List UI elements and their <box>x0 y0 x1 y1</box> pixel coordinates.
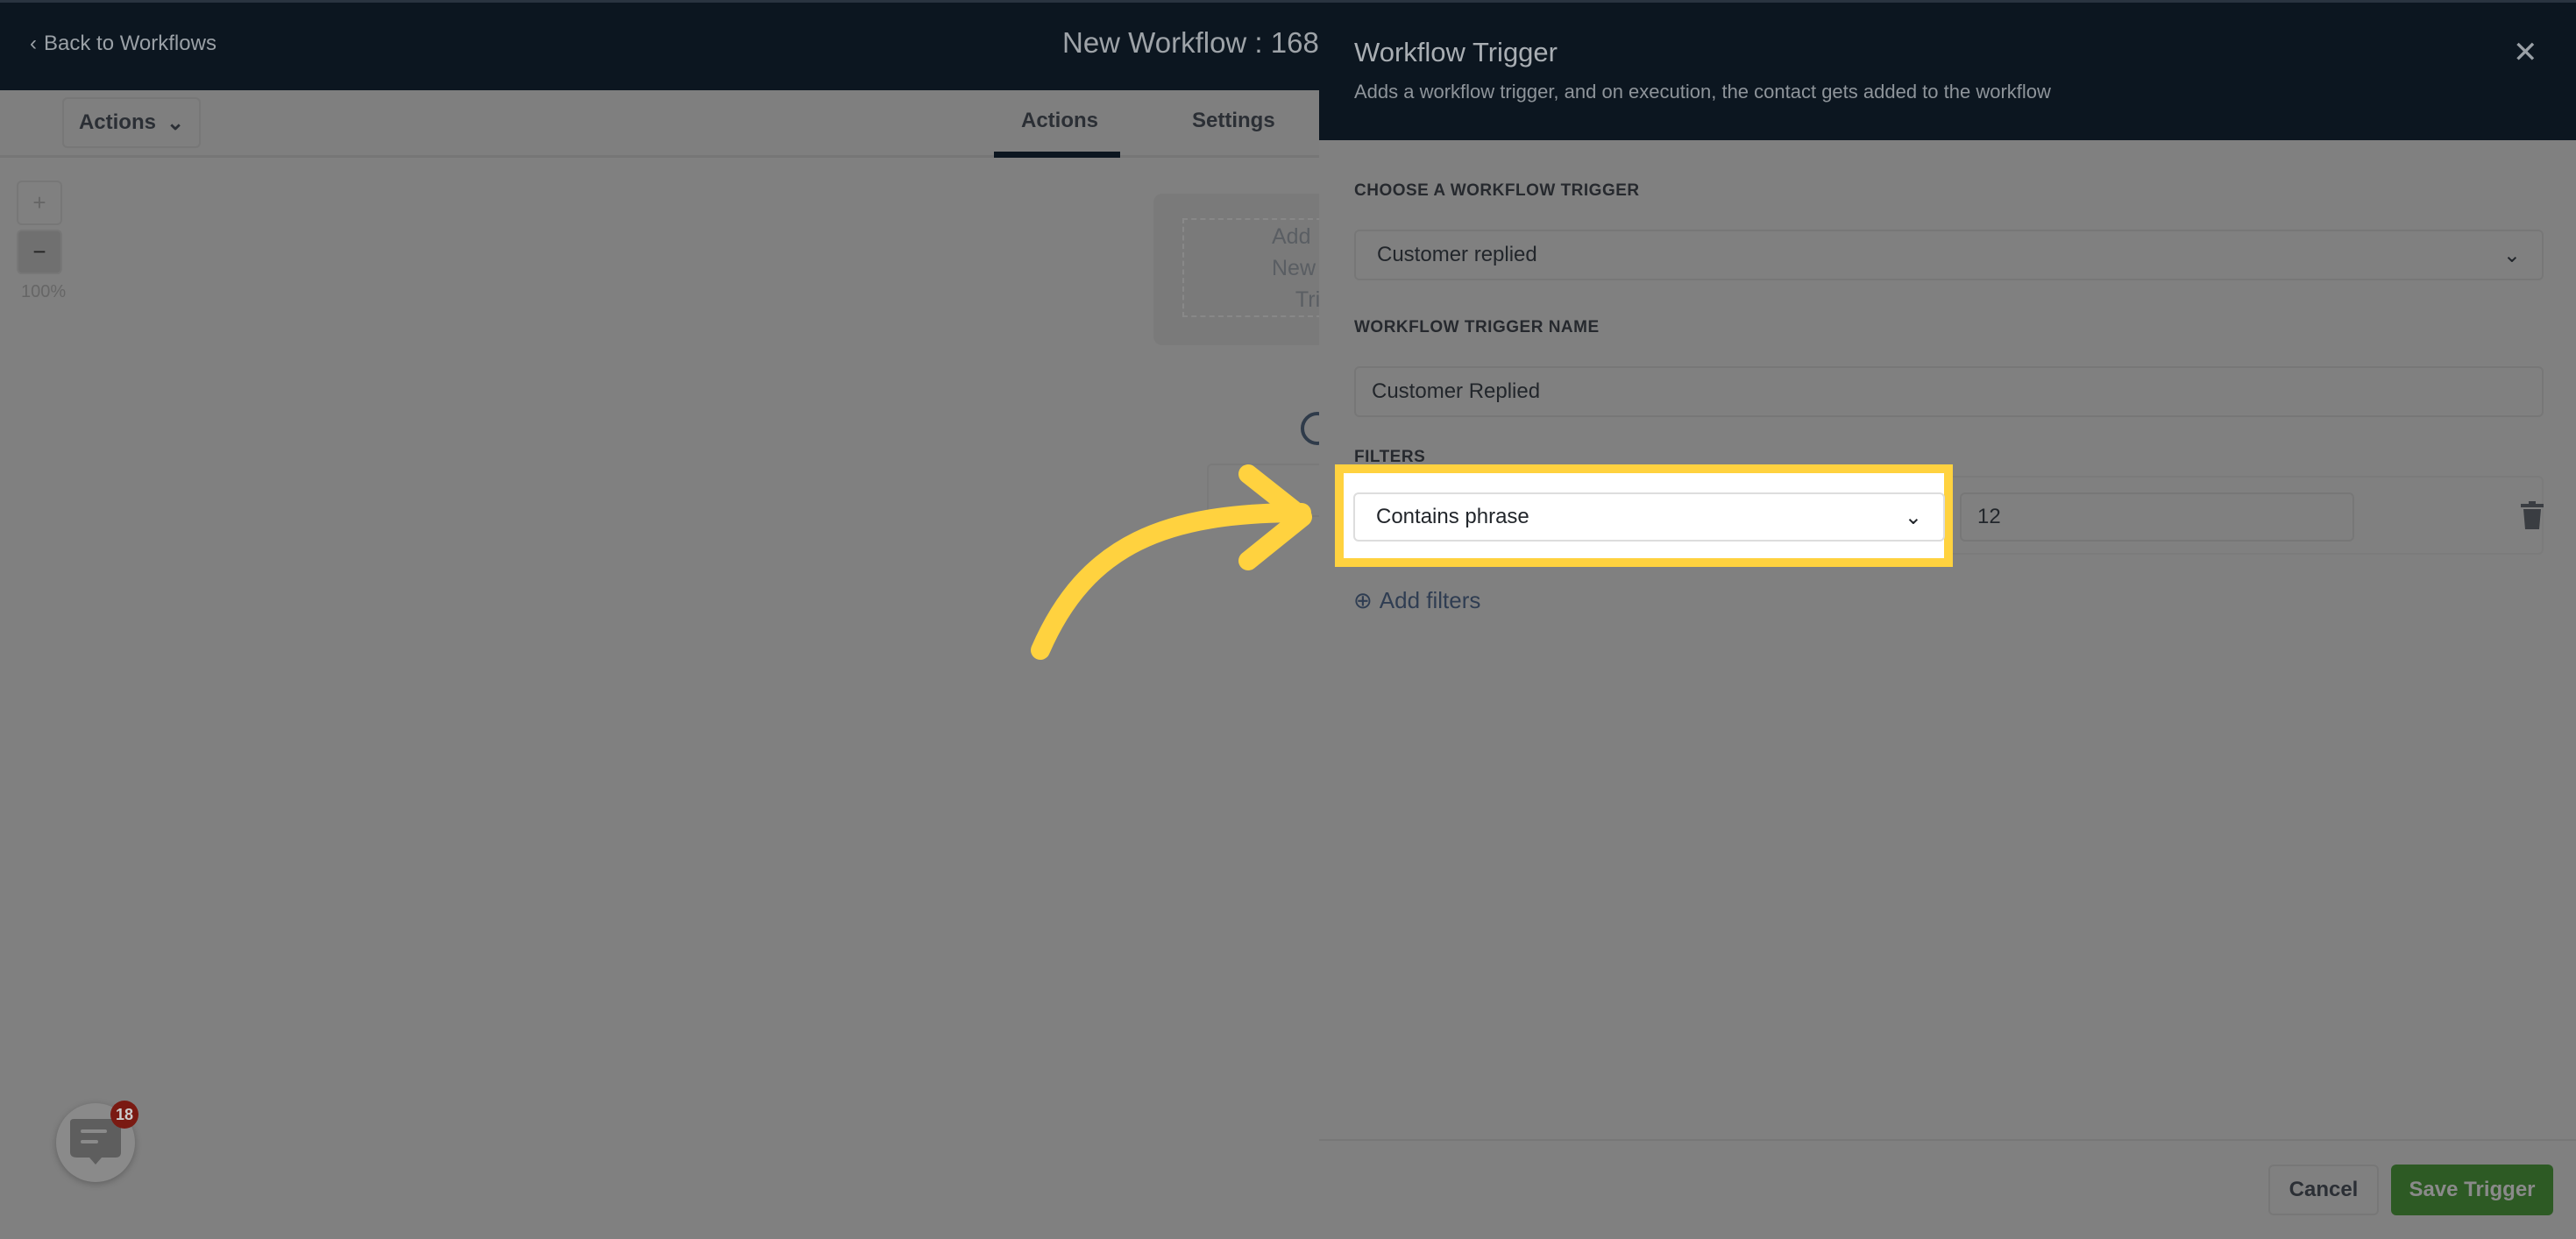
trash-icon[interactable] <box>2521 501 2544 534</box>
notification-badge: 18 <box>110 1101 138 1129</box>
chevron-down-icon: ⌄ <box>1904 505 1922 529</box>
chevron-down-icon: ⌄ <box>166 110 185 135</box>
back-to-workflows-link[interactable]: ‹ Back to Workflows <box>30 32 216 56</box>
trigger-name-input[interactable]: Customer Replied <box>1354 366 2544 417</box>
panel-header <box>1319 0 2576 140</box>
actions-dropdown[interactable]: Actions ⌄ <box>62 97 201 148</box>
filter-operator-value: Contains phrase <box>1376 505 1529 528</box>
workflow-title: New Workflow : 1687 <box>1062 26 1336 59</box>
add-filters-link[interactable]: ⊕ Add filters <box>1353 587 1480 614</box>
choose-trigger-label: CHOOSE A WORKFLOW TRIGGER <box>1354 181 1640 200</box>
panel-title: Workflow Trigger <box>1354 37 1558 67</box>
footer-divider <box>1319 1139 2576 1141</box>
zoom-out-button[interactable]: − <box>17 230 62 274</box>
tab-settings[interactable]: Settings <box>1192 109 1275 133</box>
add-filters-label: Add filters <box>1379 587 1481 613</box>
panel-subtitle: Adds a workflow trigger, and on executio… <box>1354 81 2051 103</box>
plus-circle-icon: ⊕ <box>1353 587 1373 613</box>
cancel-button[interactable]: Cancel <box>2268 1165 2379 1215</box>
trigger-name-label: WORKFLOW TRIGGER NAME <box>1354 318 1600 336</box>
save-trigger-button[interactable]: Save Trigger <box>2391 1165 2553 1215</box>
zoom-in-button[interactable]: + <box>17 181 62 225</box>
tab-actions[interactable]: Actions <box>1021 109 1098 133</box>
close-icon[interactable]: ✕ <box>2513 35 2538 70</box>
chevron-down-icon: ⌄ <box>2502 243 2521 267</box>
trigger-select[interactable]: Customer replied ⌄ <box>1354 230 2544 280</box>
workflow-trigger-panel: Workflow Trigger Adds a workflow trigger… <box>1319 0 2576 1239</box>
trigger-select-value: Customer replied <box>1377 243 1537 266</box>
chevron-left-icon: ‹ <box>30 32 37 55</box>
filter-operator-select[interactable]: Contains phrase ⌄ <box>1353 492 1945 542</box>
filter-value-input[interactable]: 12 <box>1960 492 2354 542</box>
zoom-level: 100% <box>21 282 67 301</box>
back-label: Back to Workflows <box>44 32 216 55</box>
active-tab-indicator <box>994 152 1120 158</box>
actions-dropdown-label: Actions <box>78 110 156 134</box>
